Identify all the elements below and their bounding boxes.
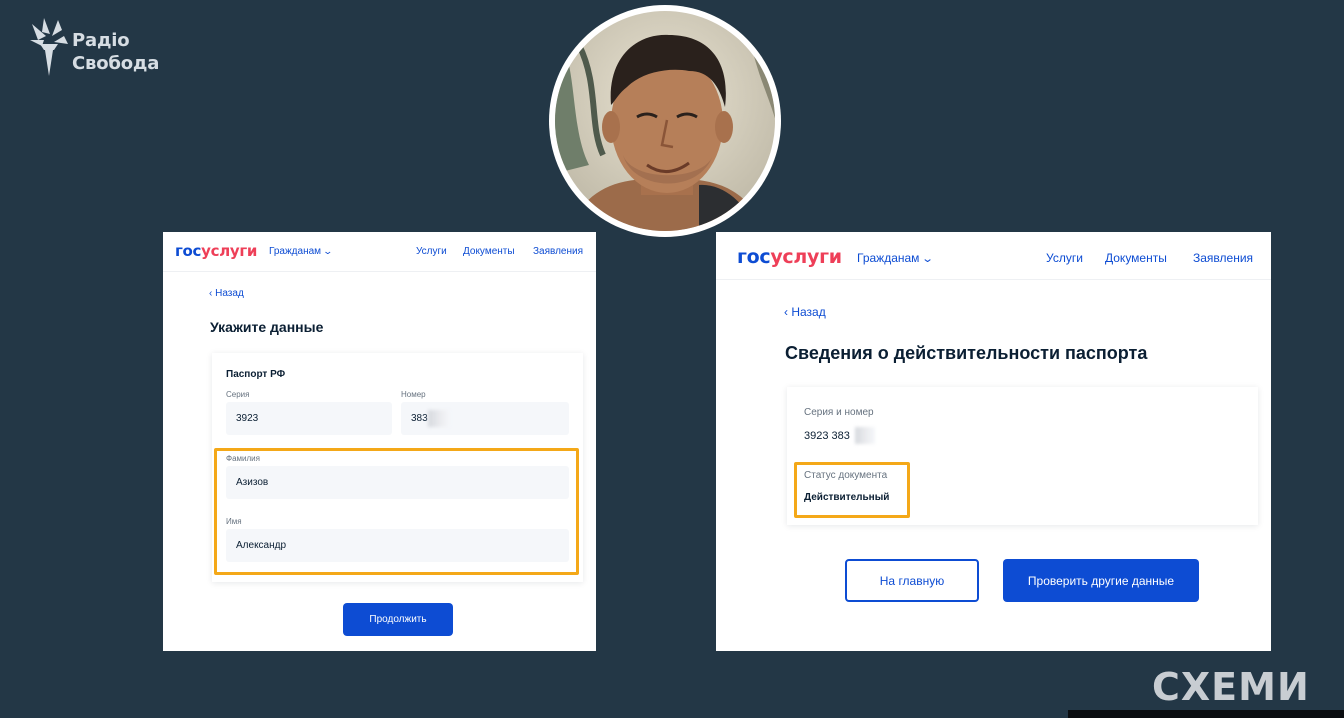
back-link[interactable]: ‹ Назад bbox=[209, 288, 244, 299]
gosuslugi-logo[interactable]: госуслуги bbox=[175, 242, 257, 260]
nav-documents[interactable]: Документы bbox=[1105, 251, 1167, 265]
check-other-data-button[interactable]: Проверить другие данные bbox=[1003, 559, 1199, 602]
logo-part-uslugi: услуги bbox=[201, 242, 258, 260]
chevron-down-icon: ⌄ bbox=[920, 253, 934, 265]
nav-services[interactable]: Услуги bbox=[416, 246, 447, 257]
home-button[interactable]: На главную bbox=[845, 559, 979, 602]
citizens-menu[interactable]: Гражданам ⌄ bbox=[857, 251, 934, 265]
nav-documents[interactable]: Документы bbox=[463, 246, 515, 257]
svoboda-label: Свобода bbox=[72, 53, 160, 74]
back-label: Назад bbox=[791, 305, 826, 319]
series-input[interactable]: 3923 bbox=[226, 402, 392, 435]
nav-services[interactable]: Услуги bbox=[1046, 251, 1083, 265]
back-link[interactable]: ‹ Назад bbox=[784, 305, 826, 319]
chevron-down-icon: ⌄ bbox=[322, 246, 333, 256]
number-input[interactable]: 383 bbox=[401, 402, 569, 435]
series-value: 3923 bbox=[236, 413, 259, 424]
chevron-left-icon: ‹ bbox=[784, 305, 788, 319]
back-label: Назад bbox=[215, 288, 244, 299]
person-photo bbox=[549, 5, 781, 237]
number-value: 383 bbox=[411, 413, 428, 424]
logo-part-uslugi: услуги bbox=[770, 246, 842, 268]
chevron-left-icon: ‹ bbox=[209, 288, 213, 299]
redaction-blur bbox=[428, 410, 450, 427]
gosuslugi-form-screen: госуслуги Гражданам ⌄ Услуги Документы З… bbox=[163, 232, 596, 651]
torch-icon bbox=[30, 18, 68, 76]
nav-applications[interactable]: Заявления bbox=[533, 246, 583, 257]
logo-part-gos: гос bbox=[175, 242, 202, 260]
site-header: госуслуги Гражданам ⌄ Услуги Документы З… bbox=[716, 232, 1271, 280]
page-title: Укажите данные bbox=[210, 319, 324, 335]
site-header: госуслуги Гражданам ⌄ Услуги Документы З… bbox=[163, 232, 596, 272]
series-label: Серия bbox=[226, 390, 250, 399]
continue-button[interactable]: Продолжить bbox=[343, 603, 453, 636]
radio-label: Радіо bbox=[72, 30, 130, 51]
passport-validity-screen: госуслуги Гражданам ⌄ Услуги Документы З… bbox=[716, 232, 1271, 651]
citizens-menu-label: Гражданам bbox=[857, 251, 920, 265]
series-number-value: 3923 383 bbox=[804, 430, 850, 442]
gosuslugi-logo[interactable]: госуслуги bbox=[737, 246, 842, 268]
schemy-watermark: СХЕМИ bbox=[1152, 665, 1310, 709]
nav-applications[interactable]: Заявления bbox=[1193, 251, 1253, 265]
logo-part-gos: гос bbox=[737, 246, 771, 268]
bottom-bar bbox=[1068, 710, 1344, 718]
citizens-menu[interactable]: Гражданам ⌄ bbox=[269, 246, 333, 257]
radio-svoboda-logo: Радіо Свобода bbox=[28, 14, 178, 80]
number-label: Номер bbox=[401, 390, 426, 399]
citizens-menu-label: Гражданам bbox=[269, 246, 322, 257]
page-title: Сведения о действительности паспорта bbox=[785, 343, 1148, 363]
highlight-frame bbox=[794, 462, 910, 518]
series-number-label: Серия и номер bbox=[804, 407, 874, 418]
highlight-frame bbox=[214, 448, 579, 575]
section-title: Паспорт РФ bbox=[226, 369, 286, 380]
redaction-blur bbox=[855, 427, 875, 444]
